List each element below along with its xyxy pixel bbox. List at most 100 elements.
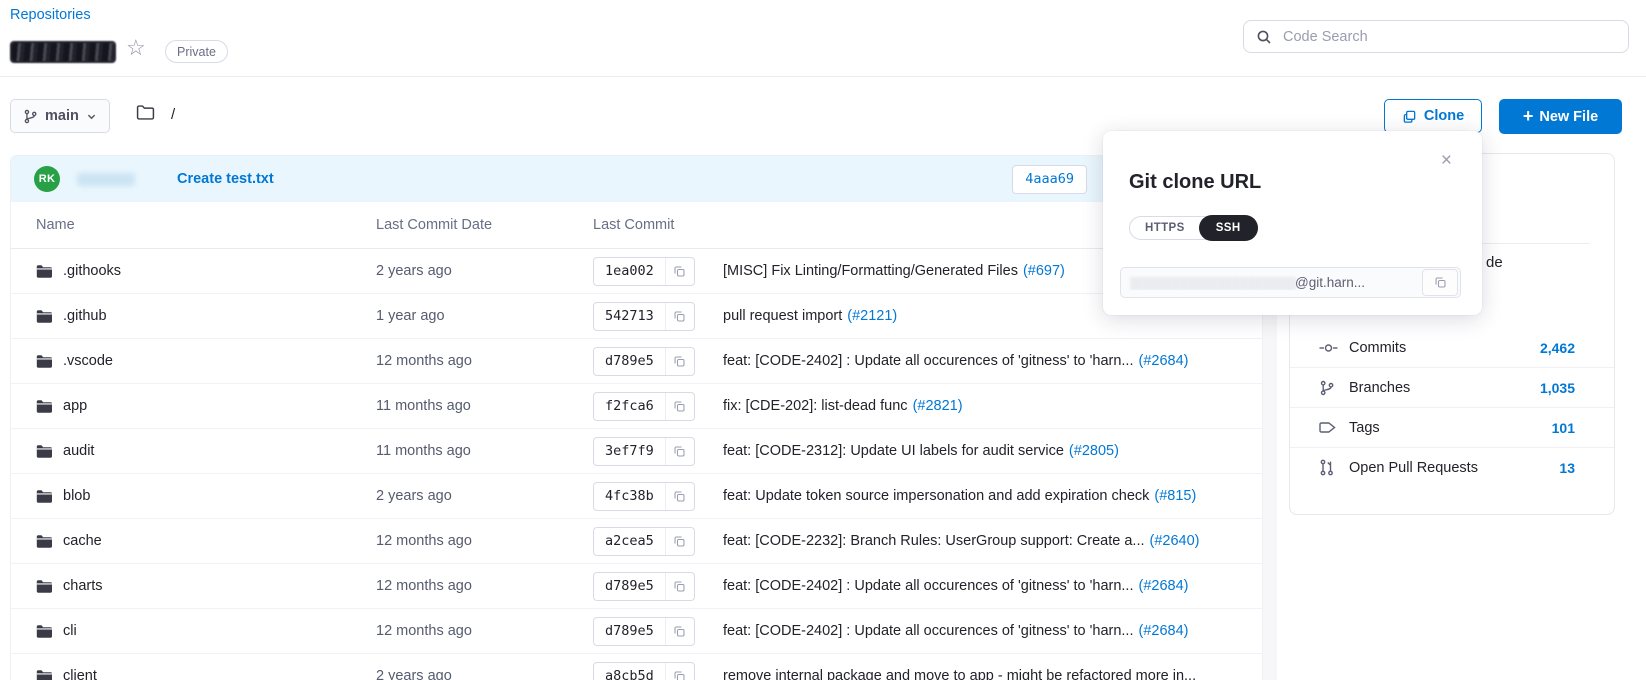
commit-message[interactable]: feat: [CODE-2402] : Update all occurence… (723, 353, 1134, 369)
sha-chip[interactable]: 3ef7f9 (593, 437, 695, 466)
breadcrumb-repositories[interactable]: Repositories (10, 7, 91, 23)
search-icon (1256, 29, 1272, 45)
sha-chip[interactable]: 4fc38b (593, 482, 695, 511)
search-input[interactable] (1281, 28, 1616, 46)
commit-icon (1319, 341, 1338, 355)
stat-commits[interactable]: Commits 2,462 (1290, 328, 1614, 368)
table-row[interactable]: client 2 years ago a8cb5d remove interna… (11, 654, 1262, 680)
folder-name[interactable]: .github (63, 308, 107, 324)
copy-icon[interactable] (665, 258, 694, 285)
close-icon[interactable]: × (1441, 151, 1452, 170)
pr-link[interactable]: (#697) (1023, 263, 1065, 279)
folder-name[interactable]: cli (63, 623, 77, 639)
copy-icon[interactable] (665, 483, 694, 510)
copy-icon[interactable] (665, 438, 694, 465)
clone-button[interactable]: Clone (1384, 99, 1482, 133)
pull-request-icon (1319, 459, 1338, 476)
pr-link[interactable]: (#2821) (913, 398, 963, 414)
folder-name[interactable]: .githooks (63, 263, 121, 279)
new-file-button[interactable]: + New File (1499, 99, 1622, 134)
copy-icon[interactable] (665, 618, 694, 645)
table-row[interactable]: .github 1 year ago 542713 pull request i… (11, 294, 1262, 339)
stat-open-pull-requests[interactable]: Open Pull Requests 13 (1290, 448, 1614, 487)
sha-chip[interactable]: d789e5 (593, 347, 695, 376)
pr-link[interactable]: (#2805) (1069, 443, 1119, 459)
stat-value[interactable]: 1,035 (1540, 380, 1575, 396)
folder-name[interactable]: charts (63, 578, 103, 594)
commit-message[interactable]: feat: [CODE-2402] : Update all occurence… (723, 623, 1134, 639)
pr-link[interactable]: (#2684) (1139, 578, 1189, 594)
pr-link[interactable]: (#2684) (1139, 623, 1189, 639)
copy-icon[interactable] (665, 528, 694, 555)
sha-chip[interactable]: d789e5 (593, 617, 695, 646)
sha-value[interactable]: 1ea002 (594, 258, 665, 285)
sha-value[interactable]: d789e5 (594, 573, 665, 600)
commit-date: 12 months ago (376, 533, 593, 549)
commit-message[interactable]: [MISC] Fix Linting/Formatting/Generated … (723, 263, 1018, 279)
stat-value[interactable]: 13 (1559, 460, 1575, 476)
sha-value[interactable]: a2cea5 (594, 528, 665, 555)
table-row[interactable]: charts 12 months ago d789e5 feat: [CODE-… (11, 564, 1262, 609)
commit-message[interactable]: remove internal package and move to app … (723, 668, 1196, 680)
sha-chip[interactable]: a8cb5d (593, 662, 695, 680)
commit-message[interactable]: feat: [CODE-2402] : Update all occurence… (723, 578, 1134, 594)
git-branch-icon (23, 109, 38, 124)
sha-value[interactable]: 3ef7f9 (594, 438, 665, 465)
copy-icon[interactable] (665, 663, 694, 680)
latest-commit-sha-chip[interactable]: 4aaa69 (1012, 165, 1087, 194)
commit-message[interactable]: fix: [CDE-202]: list-dead func (723, 398, 908, 414)
sha-chip[interactable]: f2fca6 (593, 392, 695, 421)
clone-url-field[interactable]: ░░░░░░░░░░░░░░░░░░░░░░ @git.harn... (1120, 267, 1461, 298)
table-row[interactable]: app 11 months ago f2fca6 fix: [CDE-202]:… (11, 384, 1262, 429)
avatar[interactable]: RK (34, 166, 60, 192)
pr-link[interactable]: (#2684) (1139, 353, 1189, 369)
sha-value[interactable]: f2fca6 (594, 393, 665, 420)
folder-name[interactable]: client (63, 668, 97, 680)
sha-chip[interactable]: a2cea5 (593, 527, 695, 556)
folder-name[interactable]: audit (63, 443, 94, 459)
stat-tags[interactable]: Tags 101 (1290, 408, 1614, 448)
copy-url-button[interactable] (1422, 269, 1458, 296)
branch-selector[interactable]: main (10, 99, 110, 133)
table-row[interactable]: blob 2 years ago 4fc38b feat: Update tok… (11, 474, 1262, 519)
sha-value[interactable]: a8cb5d (594, 663, 665, 680)
sha-value[interactable]: 4fc38b (594, 483, 665, 510)
commit-message[interactable]: feat: [CODE-2232]: Branch Rules: UserGro… (723, 533, 1145, 549)
code-search-box[interactable] (1243, 20, 1629, 53)
folder-name[interactable]: app (63, 398, 87, 414)
sha-value[interactable]: d789e5 (594, 348, 665, 375)
latest-commit-banner[interactable]: RK Create test.txt 4aaa69 (11, 156, 1262, 202)
copy-icon[interactable] (665, 393, 694, 420)
path-root[interactable]: / (171, 106, 175, 123)
folder-outline-icon[interactable] (136, 104, 155, 126)
toggle-https[interactable]: HTTPS (1130, 216, 1200, 240)
sha-chip[interactable]: d789e5 (593, 572, 695, 601)
commit-message[interactable]: pull request import (723, 308, 842, 324)
table-row[interactable]: cli 12 months ago d789e5 feat: [CODE-240… (11, 609, 1262, 654)
copy-icon[interactable] (665, 303, 694, 330)
pr-link[interactable]: (#2640) (1150, 533, 1200, 549)
pr-link[interactable]: (#815) (1154, 488, 1196, 504)
sha-chip[interactable]: 1ea002 (593, 257, 695, 286)
table-row[interactable]: audit 11 months ago 3ef7f9 feat: [CODE-2… (11, 429, 1262, 474)
folder-name[interactable]: blob (63, 488, 90, 504)
star-icon[interactable]: ☆ (126, 37, 146, 59)
table-row[interactable]: cache 12 months ago a2cea5 feat: [CODE-2… (11, 519, 1262, 564)
commit-message[interactable]: feat: Update token source impersonation … (723, 488, 1149, 504)
toggle-ssh[interactable]: SSH (1199, 215, 1258, 241)
sha-value[interactable]: 542713 (594, 303, 665, 330)
copy-icon[interactable] (665, 573, 694, 600)
stat-value[interactable]: 2,462 (1540, 340, 1575, 356)
copy-icon[interactable] (665, 348, 694, 375)
stat-branches[interactable]: Branches 1,035 (1290, 368, 1614, 408)
folder-name[interactable]: cache (63, 533, 102, 549)
sha-value[interactable]: d789e5 (594, 618, 665, 645)
stat-value[interactable]: 101 (1552, 420, 1575, 436)
table-row[interactable]: .vscode 12 months ago d789e5 feat: [CODE… (11, 339, 1262, 384)
folder-name[interactable]: .vscode (63, 353, 113, 369)
table-row[interactable]: .githooks 2 years ago 1ea002 [MISC] Fix … (11, 249, 1262, 294)
pr-link[interactable]: (#2121) (847, 308, 897, 324)
latest-commit-message-link[interactable]: Create test.txt (177, 171, 274, 187)
sha-chip[interactable]: 542713 (593, 302, 695, 331)
commit-message[interactable]: feat: [CODE-2312]: Update UI labels for … (723, 443, 1064, 459)
